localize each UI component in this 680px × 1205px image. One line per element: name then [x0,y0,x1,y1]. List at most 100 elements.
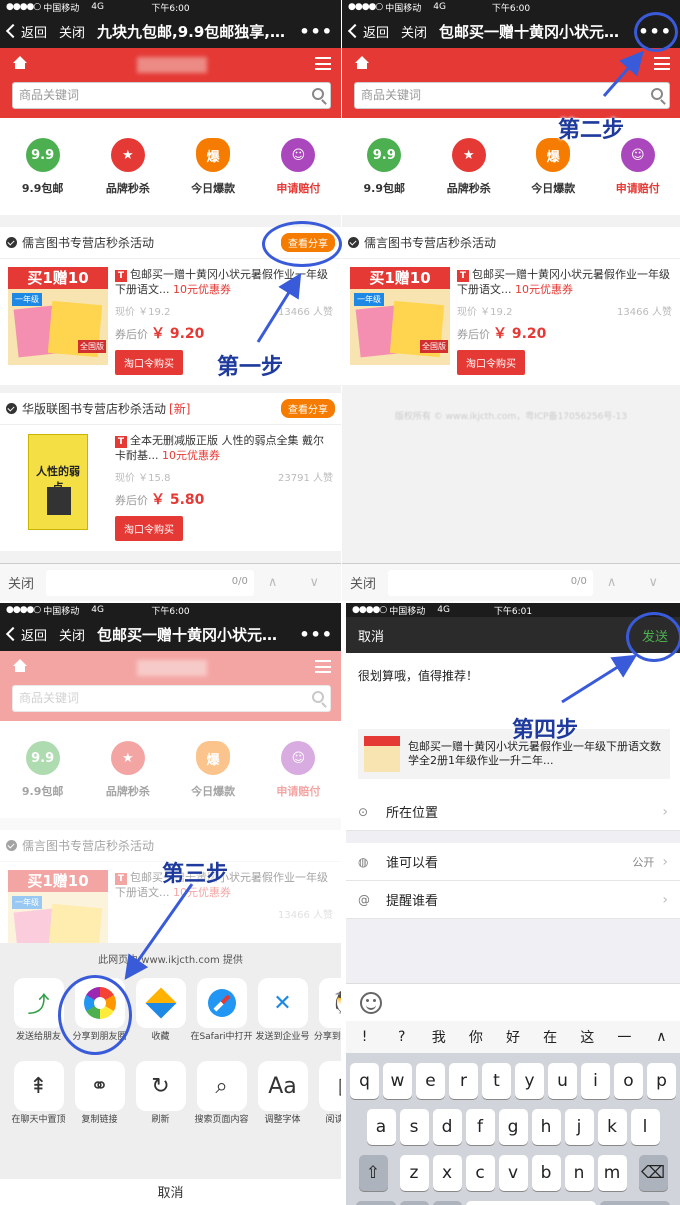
buy-button[interactable]: 淘口令购买 [115,516,183,541]
menu-icon[interactable] [654,57,670,70]
search-input[interactable]: 商品关键词 [12,82,331,109]
product-title[interactable]: T 全本无删减版正版 人性的弱点全集 戴尔卡耐基... 10元优惠券 [115,433,333,463]
key-v[interactable]: v [498,1155,528,1191]
key-i[interactable]: i [581,1063,610,1099]
candidate-item[interactable]: 在 [532,1027,569,1047]
home-icon[interactable] [354,56,370,70]
key-o[interactable]: o [614,1063,643,1099]
key-y[interactable]: y [515,1063,544,1099]
category-compensation[interactable]: ☺ 申请赔付 [603,138,673,215]
location-option[interactable]: ⊙ 所在位置 › [346,793,680,831]
category-9-9[interactable]: 9.9 9.9包邮 [349,138,419,215]
numbers-key[interactable]: 123 [356,1201,396,1205]
share-to-qq-option[interactable]: 🐧 分享到手机QQ [313,978,341,1043]
product-card[interactable]: 人性的弱点 T全本无删减版正版 人性的弱点全集 戴尔卡耐基... 10元优惠券 … [0,425,341,551]
find-close-button[interactable]: 关闭 [350,573,376,592]
globe-key[interactable]: ⊕ [400,1201,429,1205]
search-page-option[interactable]: ⌕ 搜索页面内容 [191,1061,252,1126]
key-q[interactable]: q [350,1063,379,1099]
delete-key[interactable]: ⌫ [638,1155,668,1191]
buy-button[interactable]: 淘口令购买 [115,350,183,375]
send-to-enterprise-option[interactable]: ✕ 发送到企业号 [252,978,313,1043]
category-brand-flash[interactable]: ★ 品牌秒杀 [93,138,163,215]
candidate-item[interactable]: 一 [606,1027,643,1047]
cancel-button[interactable]: 取消 [0,1179,341,1205]
find-input[interactable]: 0/0 [46,569,254,596]
find-nav-arrows[interactable]: ∧ ∨ [607,575,672,590]
key-k[interactable]: k [597,1109,627,1145]
shift-key[interactable]: ⇧ [358,1155,388,1191]
key-m[interactable]: m [597,1155,627,1191]
microphone-icon[interactable]: 🎙 [433,1201,462,1205]
menu-icon[interactable] [315,57,331,70]
candidate-item[interactable]: ∧ [643,1029,680,1045]
key-n[interactable]: n [564,1155,594,1191]
key-c[interactable]: c [465,1155,495,1191]
product-image[interactable]: 人性的弱点 [8,433,108,531]
product-image[interactable]: 买1赠10 一年级 全国版 [8,267,108,365]
candidate-item[interactable]: ? [383,1029,420,1045]
find-close-button[interactable]: 关闭 [8,573,34,592]
reader-mode-option[interactable]: ▯ 阅读模式 [313,1061,341,1126]
buy-button[interactable]: 淘口令购买 [457,350,525,375]
emoji-icon[interactable] [360,991,382,1014]
return-key[interactable]: 换行 [600,1201,670,1205]
find-nav-arrows[interactable]: ∧ ∨ [268,575,333,590]
key-d[interactable]: d [432,1109,462,1145]
key-f[interactable]: f [465,1109,495,1145]
space-key[interactable]: 空格 [466,1201,596,1205]
key-r[interactable]: r [449,1063,478,1099]
key-g[interactable]: g [498,1109,528,1145]
find-input[interactable]: 0/0 [388,569,593,596]
view-share-button[interactable]: 查看分享 [281,399,335,418]
remind-option[interactable]: @ 提醒谁看 › [346,881,680,919]
product-card[interactable]: 买1赠10 一年级 全国版 T 包邮买一赠十黄冈小状元暑假作业一年级下册语文... 1… [0,259,341,385]
candidate-item[interactable]: 好 [494,1027,531,1047]
pin-top-option[interactable]: ⇞ 在聊天中置顶 [8,1061,69,1126]
category-hot[interactable]: 爆今日爆款 [178,138,248,215]
key-s[interactable]: s [399,1109,429,1145]
product-title[interactable]: T包邮买一赠十黄冈小状元暑假作业一年级下册语文... 10元优惠券 [457,267,672,297]
candidate-item[interactable]: 这 [569,1027,606,1047]
key-j[interactable]: j [564,1109,594,1145]
key-b[interactable]: b [531,1155,561,1191]
home-icon[interactable] [12,56,28,70]
cancel-button[interactable]: 取消 [358,626,384,645]
product-image[interactable]: 买1赠10 一年级 全国版 [350,267,450,365]
close-button[interactable]: 关闭 [401,22,427,41]
category-9-9[interactable]: 9.9 9.9包邮 [8,138,78,215]
key-u[interactable]: u [548,1063,577,1099]
key-l[interactable]: l [630,1109,660,1145]
product-title[interactable]: T包邮买一赠十黄冈小状元暑假作业一年级下册语文... 10元优惠券 [115,267,333,297]
close-button[interactable]: 关闭 [59,22,85,41]
candidate-item[interactable]: 我 [420,1027,457,1047]
key-z[interactable]: z [399,1155,429,1191]
post-text-input[interactable]: 很划算哦，值得推荐！ [358,667,668,684]
search-icon[interactable] [312,88,324,100]
search-icon[interactable] [651,88,663,100]
back-button[interactable]: 返回 [347,22,389,41]
visibility-option[interactable]: ◍ 谁可以看 公开 › [346,843,680,881]
key-p[interactable]: p [647,1063,676,1099]
back-button[interactable]: 返回 [5,625,47,644]
key-h[interactable]: h [531,1109,561,1145]
product-card[interactable]: 买1赠10 一年级 全国版 T 包邮买一赠十黄冈小状元暑假作业一年级下册语文... 1… [342,259,680,385]
category-hot[interactable]: 爆今日爆款 [518,138,588,215]
key-a[interactable]: a [366,1109,396,1145]
font-size-option[interactable]: Aa 调整字体 [252,1061,313,1126]
key-t[interactable]: t [482,1063,511,1099]
favorite-option[interactable]: 收藏 [130,978,191,1043]
open-in-safari-option[interactable]: 在Safari中打开 [190,978,253,1043]
category-brand-flash[interactable]: ★ 品牌秒杀 [434,138,504,215]
key-e[interactable]: e [416,1063,445,1099]
close-button[interactable]: 关闭 [59,625,85,644]
key-w[interactable]: w [383,1063,412,1099]
candidate-item[interactable]: ! [346,1029,383,1045]
copy-link-option[interactable]: ⚭ 复制链接 [69,1061,130,1126]
more-button[interactable]: ••• [299,625,333,644]
category-compensation[interactable]: ☺ 申请赔付 [263,138,333,215]
refresh-option[interactable]: ↻ 刷新 [130,1061,191,1126]
search-input[interactable]: 商品关键词 [354,82,670,109]
candidate-item[interactable]: 你 [457,1027,494,1047]
back-button[interactable]: 返回 [5,22,47,41]
